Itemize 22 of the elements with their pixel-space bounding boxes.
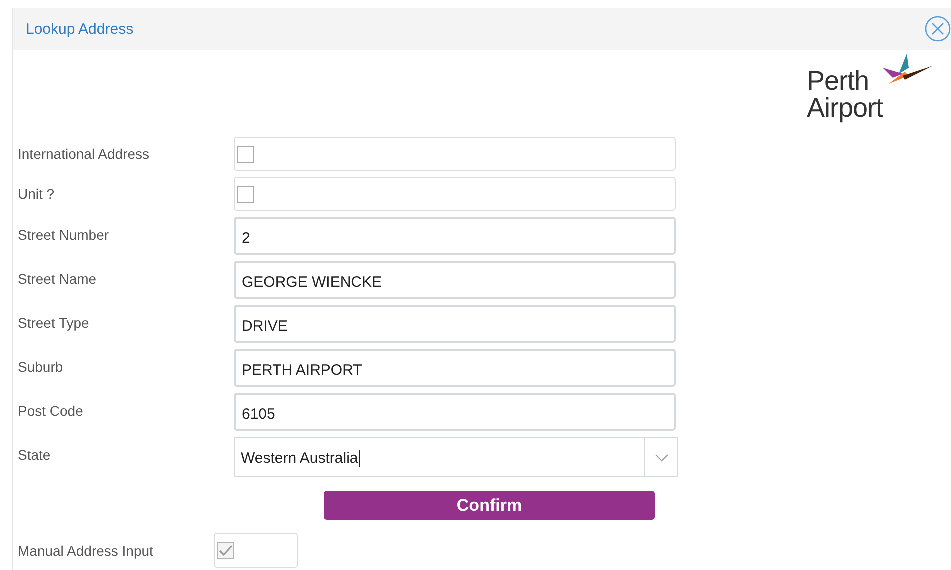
field-label: Street Type [17, 314, 90, 331]
caret-icon[interactable] [655, 454, 669, 462]
field-label: Street Name [17, 270, 98, 287]
text-field[interactable]: 6105 [234, 393, 676, 431]
field-label: Street Number [17, 226, 110, 243]
text-field[interactable]: DRIVE [234, 305, 676, 343]
text-field[interactable]: PERTH AIRPORT [234, 349, 676, 387]
close-icon[interactable] [925, 16, 951, 42]
text-field[interactable]: GEORGE WIENCKE [234, 261, 676, 299]
state-dropdown[interactable]: Western Australia [234, 437, 678, 477]
dialog-title: Lookup Address [26, 20, 134, 38]
checkbox[interactable] [237, 186, 254, 202]
confirm-button[interactable]: Confirm [324, 491, 655, 520]
field-label: Suburb [17, 358, 64, 375]
field-label: Manual Address Input [17, 542, 154, 559]
checkbox[interactable] [237, 146, 254, 162]
text-field[interactable]: 2 [234, 217, 676, 255]
field-label: International Address [17, 145, 151, 162]
field-label: Post Code [17, 402, 84, 419]
field-label: Unit ? [17, 185, 56, 202]
logo-text: Perth Airport [807, 68, 884, 122]
field-label: State [17, 446, 52, 463]
